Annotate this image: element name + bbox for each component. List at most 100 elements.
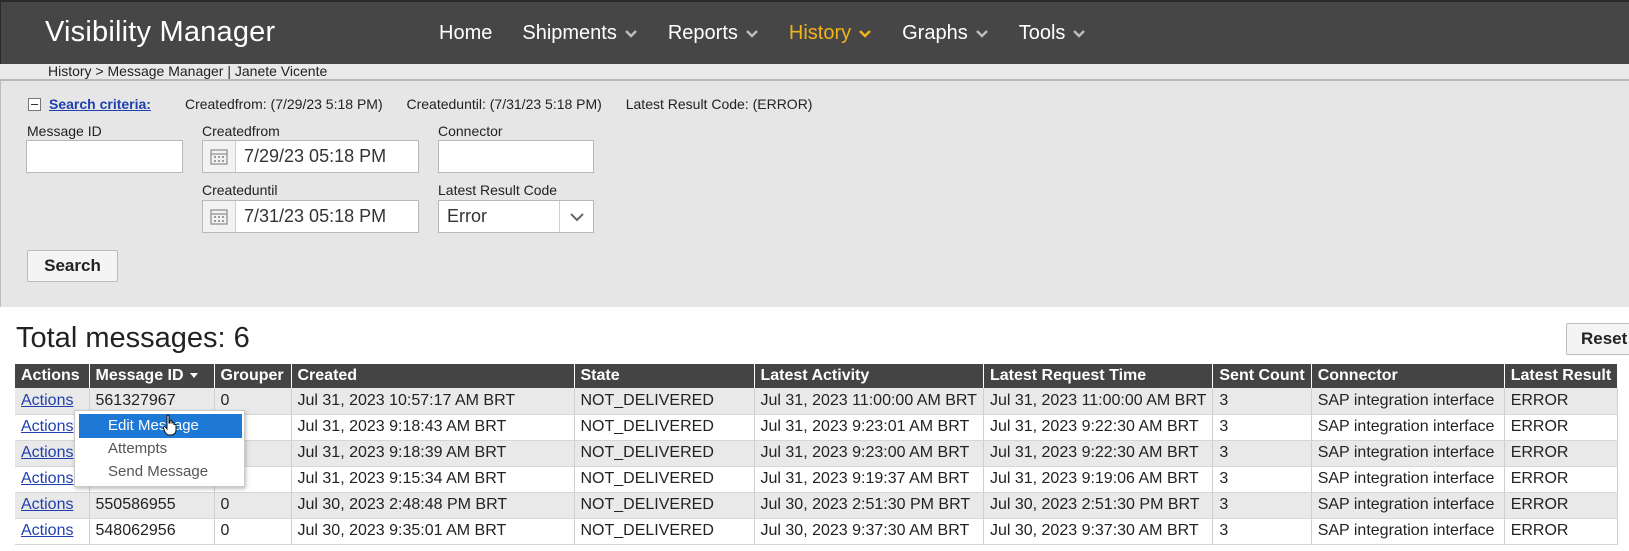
criteria-summary: Createdfrom: (7/29/23 5:18 PM) Createdun… bbox=[185, 96, 833, 112]
cell-message-id: 548062956 bbox=[89, 518, 215, 545]
created-until-field[interactable]: 7/31/23 05:18 PM bbox=[202, 200, 419, 233]
actions-link[interactable]: Actions bbox=[21, 522, 73, 539]
breadcrumb: History > Message Manager | Janete Vicen… bbox=[0, 64, 1629, 81]
cell-created: Jul 30, 2023 9:35:01 AM BRT bbox=[291, 518, 575, 545]
cell-created: Jul 31, 2023 9:18:43 AM BRT bbox=[291, 414, 575, 441]
collapse-icon[interactable] bbox=[28, 97, 41, 111]
summary-created-until: Createduntil: (7/31/23 5:18 PM) bbox=[406, 96, 602, 112]
actions-link[interactable]: Actions bbox=[21, 444, 73, 461]
cell-latest-request-time: Jul 30, 2023 9:37:30 AM BRT bbox=[983, 518, 1214, 545]
cell-sent-count: 3 bbox=[1212, 414, 1312, 441]
col-connector[interactable]: Connector bbox=[1311, 364, 1505, 388]
menu-item-attempts[interactable]: Attempts bbox=[76, 437, 243, 461]
criteria-row: Search criteria: Createdfrom: (7/29/23 5… bbox=[28, 96, 832, 112]
created-from-label: Createdfrom bbox=[202, 123, 280, 139]
cell-latest-activity: Jul 31, 2023 9:23:00 AM BRT bbox=[754, 440, 984, 467]
cell-state: NOT_DELIVERED bbox=[574, 466, 755, 493]
reset-button[interactable]: Reset bbox=[1566, 323, 1629, 355]
col-actions[interactable]: Actions bbox=[15, 364, 90, 388]
col-latest-activity[interactable]: Latest Activity bbox=[754, 364, 984, 388]
messages-table: Actions Message ID Grouper Created State… bbox=[15, 364, 1619, 545]
cell-connector: SAP integration interface bbox=[1311, 492, 1505, 519]
search-panel: Search criteria: Createdfrom: (7/29/23 5… bbox=[0, 81, 1629, 307]
cell-latest-result: ERROR bbox=[1504, 518, 1619, 545]
cell-latest-request-time: Jul 31, 2023 9:22:30 AM BRT bbox=[983, 414, 1214, 441]
col-state[interactable]: State bbox=[574, 364, 755, 388]
cell-connector: SAP integration interface bbox=[1311, 440, 1505, 467]
col-sent-count[interactable]: Sent Count bbox=[1212, 364, 1312, 388]
message-id-input[interactable] bbox=[26, 140, 183, 173]
summary-created-from: Createdfrom: (7/29/23 5:18 PM) bbox=[184, 96, 383, 112]
col-grouper[interactable]: Grouper bbox=[214, 364, 292, 388]
col-created[interactable]: Created bbox=[291, 364, 575, 388]
total-messages: Total messages: 6 bbox=[16, 322, 250, 354]
latest-result-code-label: Latest Result Code bbox=[438, 182, 558, 198]
cell-created: Jul 31, 2023 10:57:17 AM BRT bbox=[291, 388, 575, 415]
cell-latest-result: ERROR bbox=[1504, 440, 1619, 467]
latest-result-code-select[interactable]: Error bbox=[438, 200, 594, 233]
cell-state: NOT_DELIVERED bbox=[574, 492, 755, 519]
col-latest-result[interactable]: Latest Result bbox=[1504, 364, 1619, 388]
nav-home-label: Home bbox=[439, 22, 493, 44]
cell-latest-activity: Jul 31, 2023 11:00:00 AM BRT bbox=[754, 388, 984, 415]
nav-graphs[interactable]: Graphs bbox=[902, 22, 989, 45]
calendar-icon[interactable] bbox=[203, 141, 236, 172]
cell-state: NOT_DELIVERED bbox=[574, 440, 755, 467]
cell-created: Jul 31, 2023 9:18:39 AM BRT bbox=[291, 440, 575, 467]
col-message-id[interactable]: Message ID bbox=[89, 364, 215, 388]
actions-link[interactable]: Actions bbox=[21, 496, 73, 513]
cell-sent-count: 3 bbox=[1212, 466, 1312, 493]
nav-history-label: History bbox=[788, 22, 852, 44]
col-message-id-label: Message ID bbox=[95, 367, 184, 384]
cell-grouper: 0 bbox=[214, 492, 292, 519]
chevron-down-icon bbox=[746, 29, 758, 38]
chevron-down-icon bbox=[1073, 29, 1086, 38]
menu-item-send-message[interactable]: Send Message bbox=[76, 460, 243, 484]
nav-home[interactable]: Home bbox=[439, 22, 492, 45]
cell-connector: SAP integration interface bbox=[1311, 518, 1505, 545]
created-from-field[interactable]: 7/29/23 05:18 PM bbox=[202, 140, 419, 173]
nav-history[interactable]: History bbox=[789, 22, 872, 45]
chevron-down-icon bbox=[975, 29, 988, 38]
app-title: Visibility Manager bbox=[45, 16, 276, 48]
cell-sent-count: 3 bbox=[1212, 388, 1312, 415]
chevron-down-icon[interactable] bbox=[559, 201, 593, 232]
connector-label: Connector bbox=[438, 123, 503, 139]
summary-result-code: Latest Result Code: (ERROR) bbox=[625, 96, 813, 112]
latest-result-code-value: Error bbox=[447, 206, 487, 226]
cell-latest-activity: Jul 30, 2023 2:51:30 PM BRT bbox=[754, 492, 984, 519]
menu-item-edit-message[interactable]: Edit Message bbox=[79, 414, 242, 438]
nav-tools[interactable]: Tools bbox=[1019, 22, 1087, 45]
actions-link[interactable]: Actions bbox=[21, 470, 73, 487]
table-row: Actions 550586955 0 Jul 30, 2023 2:48:48 PM… bbox=[15, 492, 1619, 519]
table-row: Actions Jul 31, 2023 9:15:34 AM BRT NOT_DE… bbox=[15, 466, 1619, 493]
cell-grouper: 0 bbox=[214, 518, 292, 545]
search-criteria-link[interactable]: Search criteria: bbox=[49, 96, 151, 112]
cell-latest-result: ERROR bbox=[1504, 388, 1619, 415]
cell-message-id: 550586955 bbox=[89, 492, 215, 519]
calendar-icon[interactable] bbox=[203, 201, 236, 232]
actions-link[interactable]: Actions bbox=[21, 418, 73, 435]
cell-sent-count: 3 bbox=[1212, 440, 1312, 467]
cell-sent-count: 3 bbox=[1212, 518, 1312, 545]
nav-tools-label: Tools bbox=[1018, 22, 1066, 44]
created-until-label: Createduntil bbox=[202, 182, 278, 198]
cell-connector: SAP integration interface bbox=[1311, 466, 1505, 493]
nav-shipments-label: Shipments bbox=[522, 22, 617, 44]
nav-reports[interactable]: Reports bbox=[668, 22, 759, 45]
cell-latest-request-time: Jul 30, 2023 2:51:30 PM BRT bbox=[983, 492, 1214, 519]
cell-latest-result: ERROR bbox=[1504, 466, 1619, 493]
connector-input[interactable] bbox=[438, 140, 594, 173]
cell-latest-result: ERROR bbox=[1504, 414, 1619, 441]
cell-connector: SAP integration interface bbox=[1311, 388, 1505, 415]
cell-actions: Actions bbox=[15, 492, 90, 519]
actions-link[interactable]: Actions bbox=[21, 392, 73, 409]
nav-graphs-label: Graphs bbox=[902, 22, 968, 44]
search-button[interactable]: Search bbox=[27, 250, 118, 282]
col-latest-request-time[interactable]: Latest Request Time bbox=[983, 364, 1214, 388]
top-navigation-bar: Visibility Manager Home Shipments Report… bbox=[0, 0, 1629, 64]
nav-shipments[interactable]: Shipments bbox=[522, 22, 638, 45]
message-id-label: Message ID bbox=[27, 123, 102, 139]
cell-actions: Actions bbox=[15, 518, 90, 545]
main-nav: Home Shipments Reports History Graphs To… bbox=[439, 22, 1116, 45]
